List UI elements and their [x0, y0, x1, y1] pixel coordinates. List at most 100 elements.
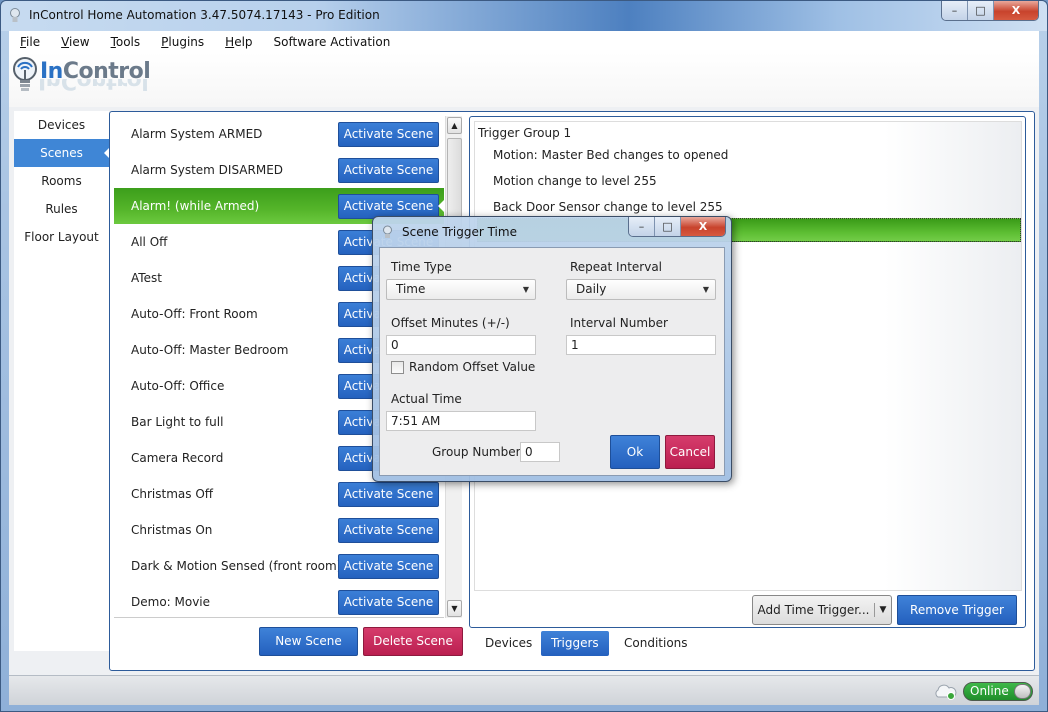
menu-file-rest: ile	[26, 35, 41, 49]
logo-banner: InControl InControl	[9, 53, 1039, 107]
dialog-body: Time Type Time ▼ Repeat Interval Daily ▼…	[379, 247, 725, 476]
scene-name: Demo: Movie	[131, 595, 211, 609]
scene-name: Auto-Off: Master Bedroom	[131, 343, 289, 357]
sidebar-item-devices[interactable]: Devices	[14, 111, 109, 139]
sidebar-item-rules[interactable]: Rules	[14, 195, 109, 223]
activate-scene-button[interactable]: Activate Scene	[338, 122, 439, 147]
close-button[interactable]: X	[994, 1, 1038, 20]
menu-plugins[interactable]: Plugins	[161, 35, 204, 49]
scene-name: Camera Record	[131, 451, 224, 465]
actual-time-input[interactable]: 7:51 AM	[386, 411, 536, 431]
scene-name: Bar Light to full	[131, 415, 224, 429]
add-time-trigger-button[interactable]: Add Time Trigger... ▼	[752, 595, 892, 625]
scene-row[interactable]: Alarm System ARMED Activate Scene	[114, 116, 444, 152]
scene-name: Alarm System DISARMED	[131, 163, 284, 177]
scene-row[interactable]: Dark & Motion Sensed (front room) Activat…	[114, 548, 444, 584]
dialog-minimize-button[interactable]: –	[629, 217, 655, 236]
tab-conditions[interactable]: Conditions	[614, 631, 698, 656]
remove-trigger-button[interactable]: Remove Trigger	[897, 595, 1017, 625]
scene-name: ATest	[131, 271, 162, 285]
close-icon: X	[1011, 4, 1021, 17]
tab-devices[interactable]: Devices	[475, 631, 542, 656]
scene-name: Christmas Off	[131, 487, 214, 501]
scene-name: Dark & Motion Sensed (front room)	[131, 559, 342, 573]
sidebar-item-scenes[interactable]: Scenes	[14, 139, 109, 167]
interval-number-label: Interval Number	[570, 316, 668, 330]
scroll-up-icon: ▲	[451, 121, 458, 130]
activate-scene-button[interactable]: Activate Scene	[338, 158, 439, 183]
delete-scene-button[interactable]: Delete Scene	[363, 627, 463, 656]
trigger-group-header[interactable]: Trigger Group 1	[478, 126, 571, 140]
minimize-icon: –	[638, 220, 645, 233]
scroll-down-button[interactable]: ▼	[447, 600, 462, 617]
trigger-item[interactable]: Motion: Master Bed changes to opened	[493, 148, 728, 162]
time-type-label: Time Type	[391, 260, 452, 274]
time-type-select[interactable]: Time ▼	[386, 279, 536, 300]
menu-view-mnemonic: V	[61, 35, 70, 49]
cancel-button[interactable]: Cancel	[665, 435, 715, 469]
repeat-interval-value: Daily	[576, 282, 607, 296]
menu-software-activation[interactable]: Software Activation	[274, 35, 391, 49]
online-toggle[interactable]: Online	[963, 682, 1033, 701]
menu-plugins-rest: lugins	[168, 35, 205, 49]
scene-name: All Off	[131, 235, 168, 249]
scroll-up-button[interactable]: ▲	[447, 117, 462, 134]
dialog-title: Scene Trigger Time	[402, 225, 517, 239]
scene-name: Auto-Off: Front Room	[131, 307, 258, 321]
repeat-interval-select[interactable]: Daily ▼	[566, 279, 716, 300]
menu-bar: File View Tools Plugins Help Software Ac…	[9, 31, 1039, 53]
toggle-knob	[1014, 684, 1031, 699]
minimize-button[interactable]: –	[942, 1, 968, 20]
menu-view-rest: iew	[69, 35, 90, 49]
scene-row[interactable]: Demo: Movie Activate Scene	[114, 584, 444, 617]
trigger-item[interactable]: Back Door Sensor change to level 255	[493, 200, 723, 214]
maximize-button[interactable]: □	[968, 1, 994, 20]
sidebar-item-rooms[interactable]: Rooms	[14, 167, 109, 195]
scroll-down-icon: ▼	[451, 604, 458, 613]
group-number-input[interactable]: 0	[520, 442, 560, 462]
dialog-bulb-icon	[383, 225, 392, 238]
window-title: InControl Home Automation 3.47.5074.1714…	[29, 8, 380, 22]
scene-name: Auto-Off: Office	[131, 379, 225, 393]
ok-button[interactable]: Ok	[610, 435, 660, 469]
scene-row[interactable]: Christmas On Activate Scene	[114, 512, 444, 548]
menu-help-rest: elp	[234, 35, 253, 49]
activate-scene-button[interactable]: Activate Scene	[338, 554, 439, 579]
dialog-maximize-button[interactable]: □	[655, 217, 681, 236]
repeat-interval-label: Repeat Interval	[570, 260, 663, 274]
cloud-connected-icon	[935, 684, 957, 700]
menu-file[interactable]: File	[20, 35, 40, 49]
sidebar-nav: Devices Scenes Rooms Rules Floor Layout	[14, 111, 109, 651]
menu-help-mnemonic: H	[225, 35, 235, 49]
logo-bulb-icon	[13, 57, 37, 91]
random-offset-label[interactable]: Random Offset Value	[409, 360, 535, 374]
menu-view[interactable]: View	[61, 35, 89, 49]
activate-scene-button[interactable]: Activate Scene	[338, 482, 439, 507]
scene-name: Alarm! (while Armed)	[131, 199, 260, 213]
tab-triggers[interactable]: Triggers	[541, 631, 609, 656]
menu-help[interactable]: Help	[225, 35, 252, 49]
menu-tools[interactable]: Tools	[111, 35, 141, 49]
dialog-close-button[interactable]: X	[681, 217, 725, 236]
interval-number-input[interactable]: 1	[566, 335, 716, 355]
logo-reflection: InControl	[38, 79, 149, 93]
close-icon: X	[698, 220, 708, 233]
online-label: Online	[970, 684, 1009, 698]
trigger-item[interactable]: Motion change to level 255	[493, 174, 657, 188]
scroll-thumb[interactable]	[447, 138, 462, 228]
random-offset-checkbox[interactable]	[391, 361, 404, 374]
chevron-down-icon: ▼	[522, 285, 529, 294]
add-time-trigger-label: Add Time Trigger...	[753, 603, 875, 617]
activate-scene-button[interactable]: Activate Scene	[338, 590, 439, 615]
offset-minutes-input[interactable]: 0	[386, 335, 536, 355]
scene-name: Alarm System ARMED	[131, 127, 263, 141]
scene-row[interactable]: Alarm System DISARMED Activate Scene	[114, 152, 444, 188]
title-bar[interactable]: InControl Home Automation 3.47.5074.1714…	[1, 1, 1047, 31]
maximize-icon: □	[975, 4, 986, 17]
dropdown-caret-icon[interactable]: ▼	[875, 605, 891, 615]
sidebar-item-floor-layout[interactable]: Floor Layout	[14, 223, 109, 251]
activate-scene-button[interactable]: Activate Scene	[338, 518, 439, 543]
new-scene-button[interactable]: New Scene	[259, 627, 358, 656]
maximize-icon: □	[662, 220, 673, 233]
scene-trigger-time-dialog: Scene Trigger Time – □ X Time Type Time …	[372, 216, 732, 482]
